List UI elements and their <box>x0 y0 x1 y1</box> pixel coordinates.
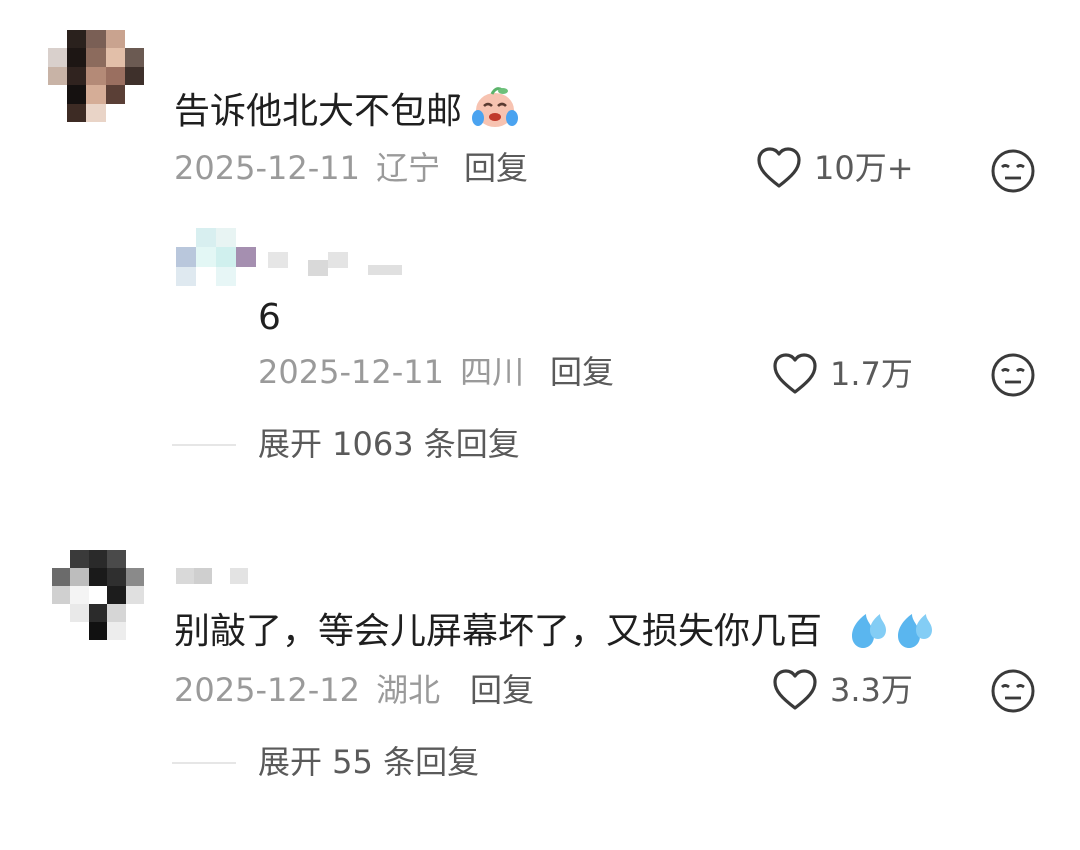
crying-face-emoji <box>472 87 518 127</box>
reply-button[interactable]: 回复 <box>464 152 528 184</box>
comment-region: 湖北 <box>376 671 441 709</box>
reply-region: 四川 <box>460 353 525 391</box>
comment-meta: 2025-12-12 湖北 <box>174 674 440 706</box>
comment-text: 告诉他北大不包邮 <box>174 91 463 132</box>
like-count: 10万+ <box>814 149 914 187</box>
heart-outline-icon <box>757 147 801 188</box>
like-button[interactable]: 10万+ <box>756 146 914 190</box>
blurred-username <box>176 568 248 584</box>
expand-divider <box>172 444 236 446</box>
neutral-face-icon[interactable] <box>990 352 1036 398</box>
avatar[interactable] <box>48 30 144 122</box>
heart-outline-icon <box>773 669 817 710</box>
comment-region: 辽宁 <box>376 149 441 187</box>
reply-button[interactable]: 回复 <box>470 674 534 706</box>
heart-outline-icon <box>773 353 817 394</box>
comment-meta: 2025-12-11 辽宁 <box>174 152 440 184</box>
like-button[interactable]: 3.3万 <box>772 668 913 712</box>
like-count: 3.3万 <box>830 671 913 709</box>
comment-text: 别敲了，等会儿屏幕坏了，又损失你几百 <box>174 611 823 652</box>
reply-button[interactable]: 回复 <box>550 356 614 388</box>
reply-text: 6 <box>258 297 281 338</box>
avatar[interactable] <box>176 228 256 286</box>
comment-date: 2025-12-12 <box>174 671 360 709</box>
expand-divider <box>172 762 236 764</box>
comment-date: 2025-12-11 <box>174 149 360 187</box>
like-button[interactable]: 1.7万 <box>772 352 913 396</box>
sweat-droplets-emoji <box>852 614 932 648</box>
like-count: 1.7万 <box>830 355 913 393</box>
expand-replies-button[interactable]: 展开 55 条回复 <box>258 746 479 778</box>
avatar[interactable] <box>52 550 144 640</box>
blurred-username <box>268 244 402 276</box>
expand-replies-button[interactable]: 展开 1063 条回复 <box>258 428 520 460</box>
neutral-face-icon[interactable] <box>990 148 1036 194</box>
neutral-face-icon[interactable] <box>990 668 1036 714</box>
reply-meta: 2025-12-11 四川 <box>258 356 524 388</box>
reply-date: 2025-12-11 <box>258 353 444 391</box>
